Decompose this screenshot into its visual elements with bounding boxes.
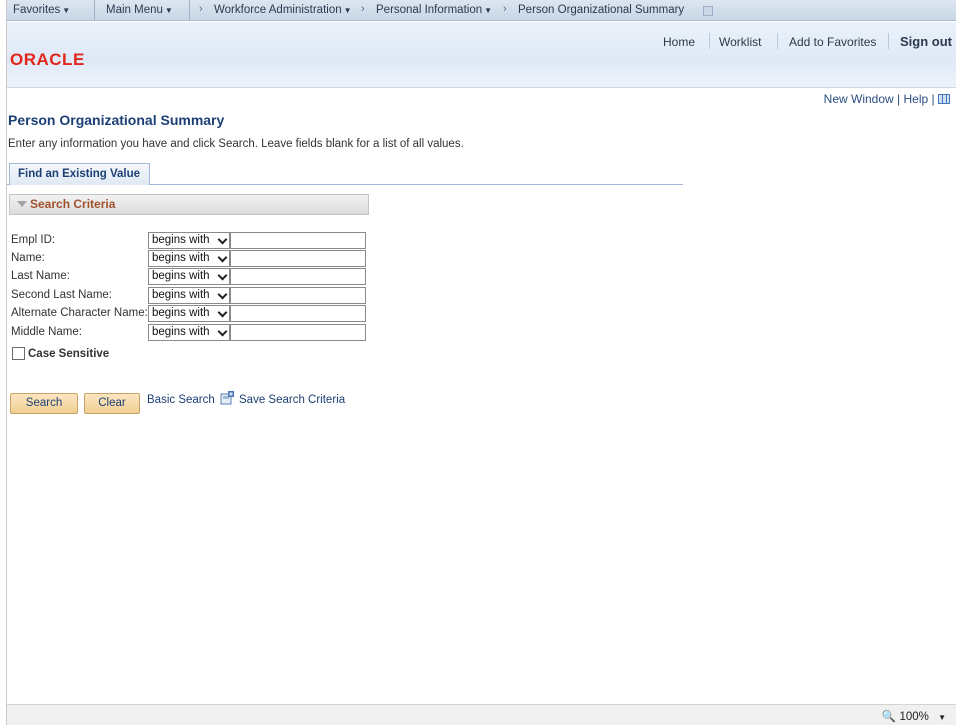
field-row-middle-name: Middle Name: begins with xyxy=(7,324,427,342)
name-input[interactable] xyxy=(230,250,366,267)
chevron-down-icon xyxy=(213,269,229,284)
field-label: Last Name: xyxy=(11,270,70,282)
chevron-down-icon xyxy=(213,251,229,266)
operator-value: begins with xyxy=(152,252,210,264)
field-row-second-last-name: Second Last Name: begins with xyxy=(7,287,427,305)
chevron-down-icon xyxy=(213,288,229,303)
field-label: Empl ID: xyxy=(11,234,56,246)
operator-select[interactable]: begins with xyxy=(148,268,230,285)
grid-icon[interactable] xyxy=(938,94,950,104)
collapse-triangle-icon xyxy=(17,201,27,207)
home-link[interactable]: Home xyxy=(663,35,695,49)
field-row-alternate-character-name: Alternate Character Name: begins with xyxy=(7,305,427,323)
field-label: Name: xyxy=(11,252,45,264)
oracle-logo: ORACLE xyxy=(10,50,85,69)
second-last-name-input[interactable] xyxy=(230,287,366,304)
breadcrumb-chevron-icon: › xyxy=(503,3,507,15)
nav-separator xyxy=(189,0,190,21)
page: Favorites ▼ Main Menu ▼ › Workforce Admini… xyxy=(7,0,956,725)
breadcrumb-chevron-icon: › xyxy=(361,3,365,15)
util-separator: | xyxy=(931,92,935,106)
nav-separator xyxy=(94,0,95,21)
search-criteria-label: Search Criteria xyxy=(30,197,116,211)
operator-value: begins with xyxy=(152,289,210,301)
nav-personal-info[interactable]: Personal Information ▼ xyxy=(376,0,492,21)
tab-find-existing-value[interactable]: Find an Existing Value xyxy=(9,163,150,185)
search-criteria-header[interactable]: Search Criteria xyxy=(9,194,369,215)
field-row-empl-id: Empl ID: begins with xyxy=(7,232,427,250)
chevron-down-icon xyxy=(213,306,229,321)
field-label: Second Last Name: xyxy=(11,289,113,301)
operator-select[interactable]: begins with xyxy=(148,287,230,304)
new-window-link[interactable]: New Window xyxy=(824,92,894,106)
operator-value: begins with xyxy=(152,234,210,246)
save-search-icon[interactable] xyxy=(220,391,234,405)
caret-down-icon: ▼ xyxy=(343,6,352,15)
middle-name-input[interactable] xyxy=(230,324,366,341)
header-separator xyxy=(777,33,778,49)
page-title: Person Organizational Summary xyxy=(8,112,225,128)
operator-value: begins with xyxy=(152,307,210,319)
case-sensitive-label: Case Sensitive xyxy=(28,348,110,360)
last-name-input[interactable] xyxy=(230,268,366,285)
nav-favorites-menu[interactable]: Favorites ▼ xyxy=(13,0,70,21)
operator-select[interactable]: begins with xyxy=(148,324,230,341)
zoom-level: 100% xyxy=(899,711,929,723)
nav-bar: Favorites ▼ Main Menu ▼ › Workforce Admini… xyxy=(7,0,956,21)
worklist-link[interactable]: Worklist xyxy=(719,35,761,49)
nav-current-page[interactable]: Person Organizational Summary xyxy=(518,0,684,21)
operator-select[interactable]: begins with xyxy=(148,232,230,249)
nav-main-menu[interactable]: Main Menu ▼ xyxy=(106,0,173,21)
case-sensitive-checkbox[interactable] xyxy=(12,347,25,360)
operator-value: begins with xyxy=(152,326,210,338)
save-search-criteria-link[interactable]: Save Search Criteria xyxy=(239,394,345,406)
header-band: ORACLE Home Worklist Add to Favorites Si… xyxy=(7,22,956,88)
sign-out-link[interactable]: Sign out xyxy=(900,34,952,49)
operator-select[interactable]: begins with xyxy=(148,250,230,267)
header-separator xyxy=(709,33,710,49)
field-label: Alternate Character Name: xyxy=(11,307,148,319)
header-separator xyxy=(888,33,889,49)
operator-select[interactable]: begins with xyxy=(148,305,230,322)
field-row-name: Name: begins with xyxy=(7,250,427,268)
status-bar: 🔍 100% ▼ xyxy=(7,704,956,725)
zoom-control[interactable]: 🔍 100% ▼ xyxy=(882,709,946,723)
caret-down-icon: ▼ xyxy=(164,6,173,15)
util-separator: | xyxy=(897,92,901,106)
alternate-character-name-input[interactable] xyxy=(230,305,366,322)
basic-search-link[interactable]: Basic Search xyxy=(147,394,215,406)
page-instructions: Enter any information you have and click… xyxy=(8,138,464,150)
field-label: Middle Name: xyxy=(11,326,82,338)
utility-links: New Window | Help | xyxy=(824,92,950,106)
empl-id-input[interactable] xyxy=(230,232,366,249)
chevron-down-icon xyxy=(213,325,229,340)
nav-workforce-admin[interactable]: Workforce Administration ▼ xyxy=(214,0,352,21)
help-link[interactable]: Help xyxy=(904,92,929,106)
breadcrumb-chevron-icon: › xyxy=(199,3,203,15)
caret-down-icon: ▼ xyxy=(484,6,493,15)
zoom-icon: 🔍 xyxy=(881,711,897,723)
nav-favorites-label: Favorites xyxy=(13,4,61,16)
nav-main-menu-label: Main Menu xyxy=(106,4,163,16)
nav-workforce-admin-label: Workforce Administration xyxy=(214,4,342,16)
operator-value: begins with xyxy=(152,270,210,282)
window-left-frame xyxy=(0,0,7,725)
clear-button[interactable]: Clear xyxy=(84,393,140,414)
caret-down-icon: ▼ xyxy=(938,713,946,722)
add-to-favorites-link[interactable]: Add to Favorites xyxy=(789,35,876,49)
nav-personal-info-label: Personal Information xyxy=(376,4,483,16)
caret-down-icon: ▼ xyxy=(62,6,71,15)
field-row-last-name: Last Name: begins with xyxy=(7,268,427,286)
search-button[interactable]: Search xyxy=(10,393,78,414)
nav-menu-icon[interactable] xyxy=(703,6,713,16)
chevron-down-icon xyxy=(213,233,229,248)
